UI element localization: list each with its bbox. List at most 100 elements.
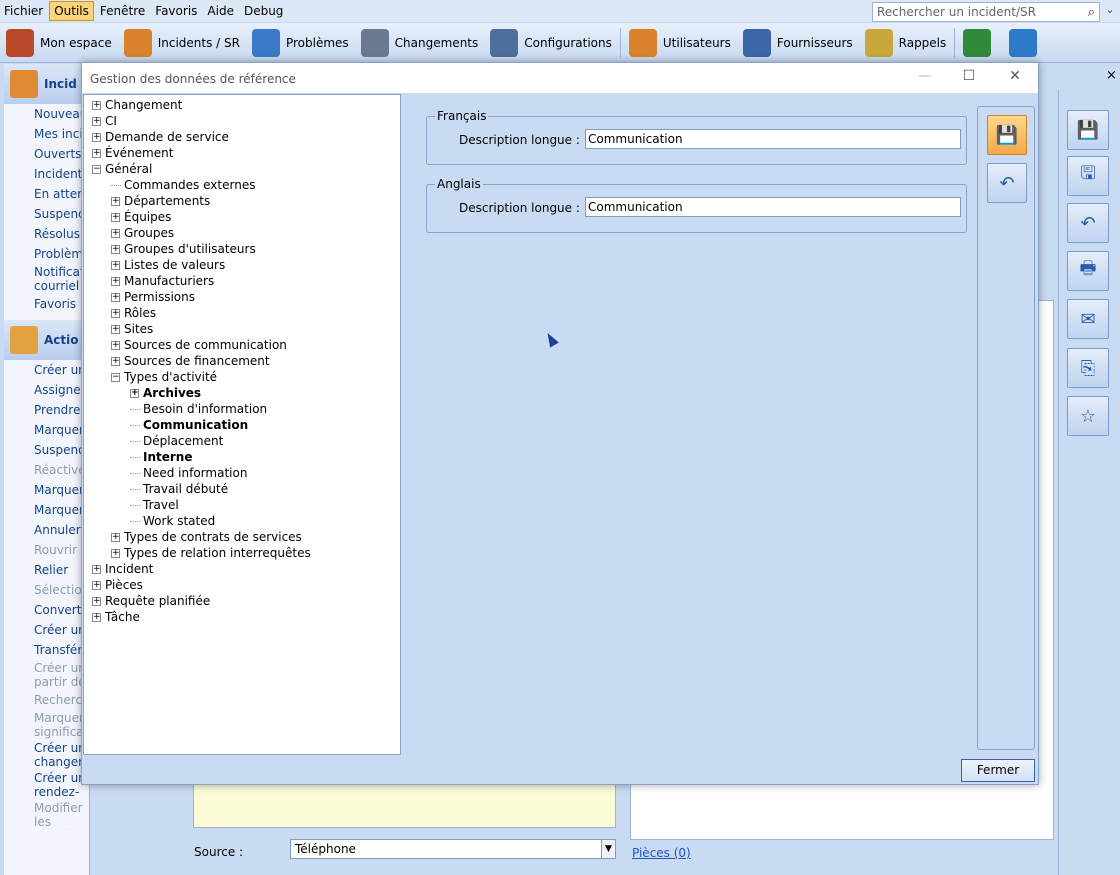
nav-item[interactable]: Marquer (4, 480, 89, 500)
tree-node[interactable]: + Demande de service (92, 129, 229, 145)
nav-item[interactable]: Créer un (4, 360, 89, 380)
nav-item[interactable]: Incidents (4, 164, 89, 184)
save-and-close-icon[interactable]: 🖫 (1067, 156, 1109, 196)
expand-icon[interactable]: + (92, 613, 101, 622)
source-select[interactable]: Téléphone ▼ (290, 839, 616, 859)
tree-node[interactable]: Interne (130, 449, 192, 465)
menu-outils[interactable]: Outils (49, 1, 94, 21)
tree-node[interactable]: Communication (130, 417, 248, 433)
pieces-link[interactable]: Pièces (0) (632, 846, 691, 860)
nav-item[interactable]: Suspendr (4, 440, 89, 460)
actions-section-header[interactable]: Actio (4, 320, 89, 360)
nav-item[interactable]: Créer un rendez-vous (4, 770, 89, 800)
nav-item[interactable]: Annuler (4, 520, 89, 540)
tree-node[interactable]: + Groupes (111, 225, 174, 241)
maximize-icon[interactable]: ☐ (954, 68, 984, 88)
toolbar-item-4[interactable]: Configurations (484, 25, 618, 61)
toolbar-item-1[interactable]: Incidents / SR (118, 25, 246, 61)
expand-icon[interactable]: + (111, 213, 120, 222)
incident-search-input[interactable]: Rechercher un incident/SR ⌕ (872, 2, 1100, 22)
toolbar-item-2[interactable]: Problèmes (246, 25, 355, 61)
menu-favoris[interactable]: Favoris (151, 2, 201, 20)
search-icon[interactable]: ⌕ (1088, 5, 1095, 20)
expand-icon[interactable]: + (111, 245, 120, 254)
nav-item[interactable]: Prendre e (4, 400, 89, 420)
nav-item[interactable]: Convertir (4, 600, 89, 620)
nav-item[interactable]: Problème (4, 244, 89, 264)
save-icon[interactable]: 💾 (1067, 110, 1109, 150)
tree-node[interactable]: + Événement (92, 145, 173, 161)
tree-node[interactable]: Besoin d'information (130, 401, 267, 417)
tree-node[interactable]: + Manufacturiers (111, 273, 214, 289)
star-icon[interactable]: ☆ (1067, 396, 1109, 436)
tree-node[interactable]: + Incident (92, 561, 153, 577)
tree-node[interactable]: Déplacement (130, 433, 223, 449)
expand-icon[interactable]: + (111, 229, 120, 238)
nav-item[interactable]: Transfére (4, 640, 89, 660)
expand-icon[interactable]: + (130, 389, 139, 398)
nav-item[interactable]: Notificati courriel a (4, 264, 89, 294)
undo-icon[interactable]: ↶ (1067, 203, 1109, 243)
expand-icon[interactable]: + (92, 117, 101, 126)
tree-node[interactable]: Travail débuté (130, 481, 228, 497)
menu-debug[interactable]: Debug (240, 2, 287, 20)
tree-node[interactable]: Need information (130, 465, 247, 481)
tree-node[interactable]: + Tâche (92, 609, 140, 625)
expand-icon[interactable]: + (111, 533, 120, 542)
tree-node[interactable]: + Requête planifiée (92, 593, 210, 609)
tree-node[interactable]: + Équipes (111, 209, 171, 225)
nav-item[interactable]: Créer un (4, 620, 89, 640)
nav-item[interactable]: Marquer (4, 420, 89, 440)
expand-icon[interactable]: + (92, 133, 101, 142)
toolbar-item-9[interactable] (1003, 25, 1049, 61)
menu-fenetre[interactable]: Fenêtre (96, 2, 149, 20)
nav-item[interactable]: Marquer (4, 500, 89, 520)
tree-node[interactable]: + Rôles (111, 305, 156, 321)
expand-icon[interactable]: + (111, 549, 120, 558)
nav-item[interactable]: Ouverts (4, 144, 89, 164)
tree-node[interactable]: + Permissions (111, 289, 195, 305)
expand-icon[interactable]: + (92, 101, 101, 110)
expand-icon[interactable]: + (111, 357, 120, 366)
expand-icon[interactable]: + (111, 325, 120, 334)
nav-item[interactable]: Nouveau (4, 104, 89, 124)
expand-icon[interactable]: + (111, 197, 120, 206)
nav-item[interactable]: Assigner (4, 380, 89, 400)
expand-icon[interactable]: + (111, 293, 120, 302)
toolbar-item-6[interactable]: Fournisseurs (737, 25, 859, 61)
expand-icon[interactable]: + (111, 277, 120, 286)
nav-item[interactable]: Suspendu (4, 204, 89, 224)
notes-textarea[interactable] (193, 780, 616, 828)
tree-node[interactable]: + Sources de communication (111, 337, 287, 353)
nav-item[interactable]: Résolus (4, 224, 89, 244)
nav-item[interactable]: Mes incid (4, 124, 89, 144)
nav-item[interactable]: Favoris (4, 294, 89, 314)
expand-icon[interactable]: + (92, 597, 101, 606)
close-icon[interactable]: ✕ (1000, 68, 1030, 88)
expand-icon[interactable]: + (111, 341, 120, 350)
tree-node[interactable]: + Types de relation interrequêtes (111, 545, 311, 561)
tree-node[interactable]: Commandes externes (111, 177, 255, 193)
dialog-save-icon[interactable]: 💾 (987, 115, 1027, 155)
menu-aide[interactable]: Aide (203, 2, 238, 20)
tree-node[interactable]: + Sources de financement (111, 353, 270, 369)
expand-icon[interactable]: + (111, 309, 120, 318)
tree-node[interactable]: Travel (130, 497, 179, 513)
expand-icon[interactable]: + (92, 565, 101, 574)
toolbar-item-8[interactable] (957, 25, 1003, 61)
tree-node[interactable]: − Types d'activité (111, 369, 217, 385)
toolbar-item-5[interactable]: Utilisateurs (623, 25, 737, 61)
print-icon[interactable]: 🖶 (1067, 251, 1109, 291)
dropdown-arrow-icon[interactable]: ▼ (601, 840, 615, 858)
francais-description-input[interactable]: Communication (585, 129, 961, 149)
copy-icon[interactable]: ⎘ (1067, 348, 1109, 388)
tree-node[interactable]: + CI (92, 113, 117, 129)
tree-node[interactable]: + Pièces (92, 577, 143, 593)
collapse-icon[interactable]: − (111, 373, 120, 382)
panel-close-icon[interactable]: × (1106, 68, 1117, 83)
tree-node[interactable]: + Listes de valeurs (111, 257, 225, 273)
tree-node[interactable]: + Sites (111, 321, 153, 337)
expand-icon[interactable]: + (111, 261, 120, 270)
expand-icon[interactable]: + (92, 149, 101, 158)
tree-node[interactable]: + Archives (130, 385, 201, 401)
